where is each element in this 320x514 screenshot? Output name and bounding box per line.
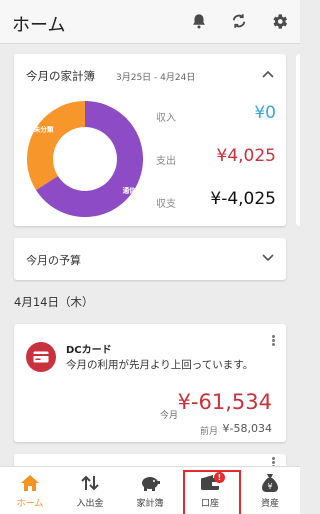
tab-home-label: ホーム [16,499,44,509]
home-icon [19,473,41,493]
chevron-down-icon[interactable] [260,250,276,266]
gear-icon[interactable] [268,10,290,32]
donut-slice-label-0: 未分類 [34,124,54,133]
tab-accounts[interactable]: ! 口座 [180,467,241,514]
summary-title: 今月の家計簿 [26,69,95,83]
notification-card[interactable]: DCカード 今月の利用が先月より上回っています。 今月 ¥-61,534 前月 … [14,324,286,442]
next-card-edge[interactable] [296,54,300,226]
tab-transactions[interactable]: 入出金 [60,467,120,514]
current-month-label: 今月 [160,411,179,421]
alert-badge: ! [214,472,225,483]
monthly-summary-card[interactable]: 今月の家計簿 3月25日 - 4月24日 未分類通信費 収入 ¥0 支出 ¥4,… [14,54,286,226]
more-menu-icon[interactable] [270,334,276,350]
app-bar: ホーム [0,0,300,44]
balance-label: 収支 [156,199,176,210]
current-month-value: ¥-61,534 [177,390,272,414]
transfer-arrows-icon [79,473,101,493]
expense-donut-chart[interactable]: 未分類通信費 [26,100,144,218]
income-value: ¥0 [254,103,276,123]
tab-assets-label: 資産 [260,499,279,509]
budget-card[interactable]: 今月の予算 [14,238,286,280]
donut-slice-0[interactable] [26,101,85,191]
income-label: 収入 [156,113,176,124]
previous-month-label: 前月 [200,427,219,437]
balance-value: ¥-4,025 [210,189,276,209]
date-header: 4月14日（木） [14,295,94,309]
tab-accounts-label: 口座 [200,499,219,509]
wallet-icon [199,473,221,493]
expense-value: ¥4,025 [216,146,276,166]
sync-icon[interactable] [228,10,250,32]
page-title: ホーム [12,15,66,36]
piggy-bank-icon [139,473,161,493]
bottom-tab-bar: ホーム 入出金 家計簿 ! 口座 ¥ 資産 [0,466,300,514]
tab-assets[interactable]: ¥ 資産 [240,467,300,514]
donut-slice-label-1: 通信費 [123,186,143,195]
notification-card-2[interactable] [14,454,286,466]
previous-month-value: ¥-58,034 [222,422,272,435]
chevron-up-icon[interactable] [260,66,276,82]
credit-card-icon [26,342,56,372]
tab-household-budget[interactable]: 家計簿 [120,467,180,514]
home-feed[interactable]: 今月の家計簿 3月25日 - 4月24日 未分類通信費 収入 ¥0 支出 ¥4,… [0,44,300,466]
notification-message: 今月の利用が先月より上回っています。 [66,359,254,371]
account-name: DCカード [66,345,112,356]
budget-title: 今月の予算 [26,254,81,267]
tab-transactions-label: 入出金 [76,499,104,509]
expense-label: 支出 [156,156,176,167]
bell-icon[interactable] [188,10,210,32]
money-bag-icon: ¥ [259,473,281,493]
tab-home[interactable]: ホーム [0,467,60,514]
summary-date-range: 3月25日 - 4月24日 [116,73,196,83]
tab-household-budget-label: 家計簿 [136,499,164,509]
svg-text:¥: ¥ [267,482,272,491]
more-menu-icon-2[interactable] [270,456,276,466]
